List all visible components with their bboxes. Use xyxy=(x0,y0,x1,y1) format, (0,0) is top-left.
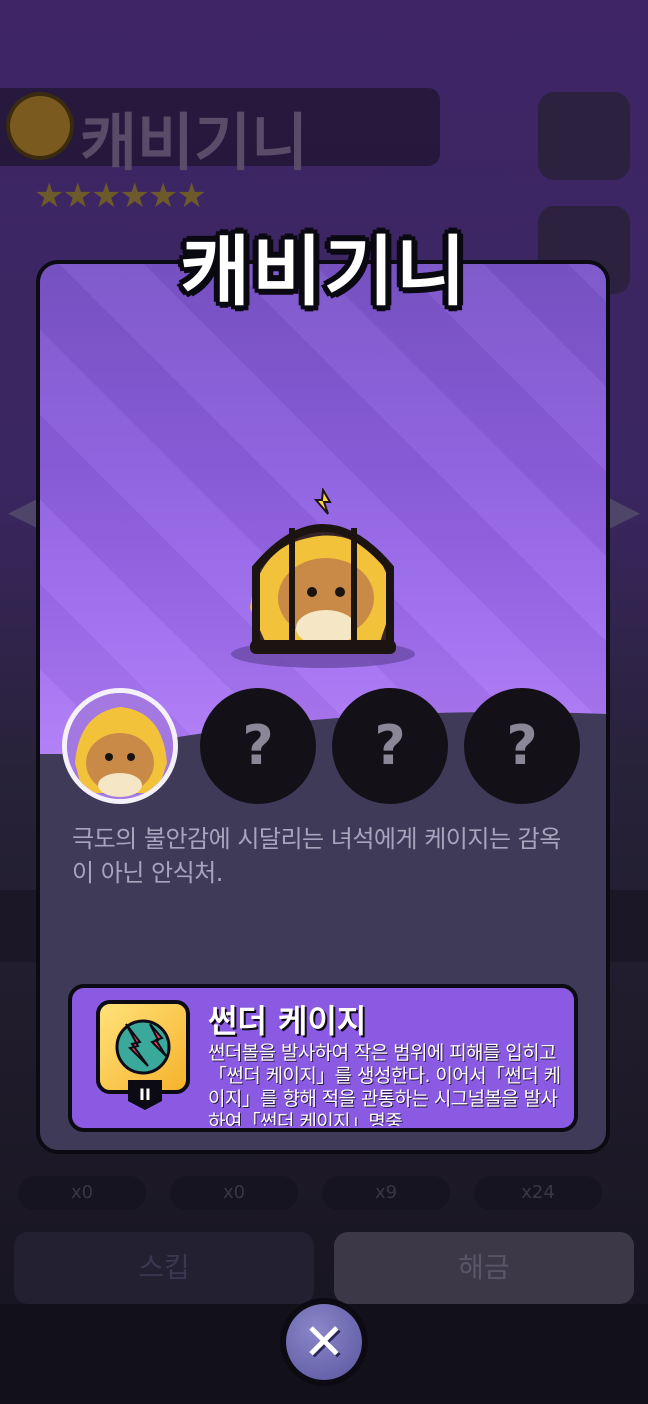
popup-title: 캐비기니 xyxy=(180,227,468,316)
skill-panel: II 썬더 케이지 썬더볼을 발사하여 작은 범위에 피해를 입히고「썬더 케이… xyxy=(68,984,578,1132)
portrait-slot-locked[interactable]: ? xyxy=(200,688,316,804)
background-unlock-button: 해금 xyxy=(334,1232,634,1304)
locked-question-icon: ? xyxy=(242,714,274,777)
background-count-pill: x0 xyxy=(18,1176,146,1210)
background-right-arrow-icon: ▶ xyxy=(609,488,640,534)
background-cookie-name: 캐비기니 xyxy=(80,106,309,179)
background-skip-button: 스킵 xyxy=(14,1232,314,1304)
background-count-pill: x9 xyxy=(322,1176,450,1210)
close-button[interactable]: ✕ xyxy=(280,1298,368,1386)
locked-question-icon: ? xyxy=(374,714,406,777)
thunder-cage-skill-icon xyxy=(96,1000,190,1094)
caged-cookie-illustration xyxy=(231,488,415,668)
rarity-coin-icon xyxy=(10,96,70,156)
portrait-slot-unlocked[interactable] xyxy=(62,688,178,804)
cookie-description: 극도의 불안감에 시달리는 녀석에게 케이지는 감옥이 아닌 안식처. xyxy=(72,825,561,887)
portrait-slot-locked[interactable]: ? xyxy=(464,688,580,804)
background-count-pill: x0 xyxy=(170,1176,298,1210)
background-side-button-1 xyxy=(538,92,630,180)
skill-tier-badge: II xyxy=(128,1080,162,1110)
background-count-pill: x24 xyxy=(474,1176,602,1210)
skill-name: 썬더 케이지 xyxy=(208,1002,367,1040)
background-left-arrow-icon: ◀ xyxy=(8,488,39,534)
close-icon: ✕ xyxy=(286,1304,362,1380)
portrait-slot-locked[interactable]: ? xyxy=(332,688,448,804)
cookie-portrait-icon xyxy=(67,693,173,799)
skill-description[interactable]: 썬더볼을 발사하여 작은 범위에 피해를 입히고「썬더 케이지」를 생성한다. … xyxy=(208,1042,574,1126)
locked-question-icon: ? xyxy=(506,714,538,777)
background-name-plate: 캐비기니 xyxy=(0,88,440,179)
